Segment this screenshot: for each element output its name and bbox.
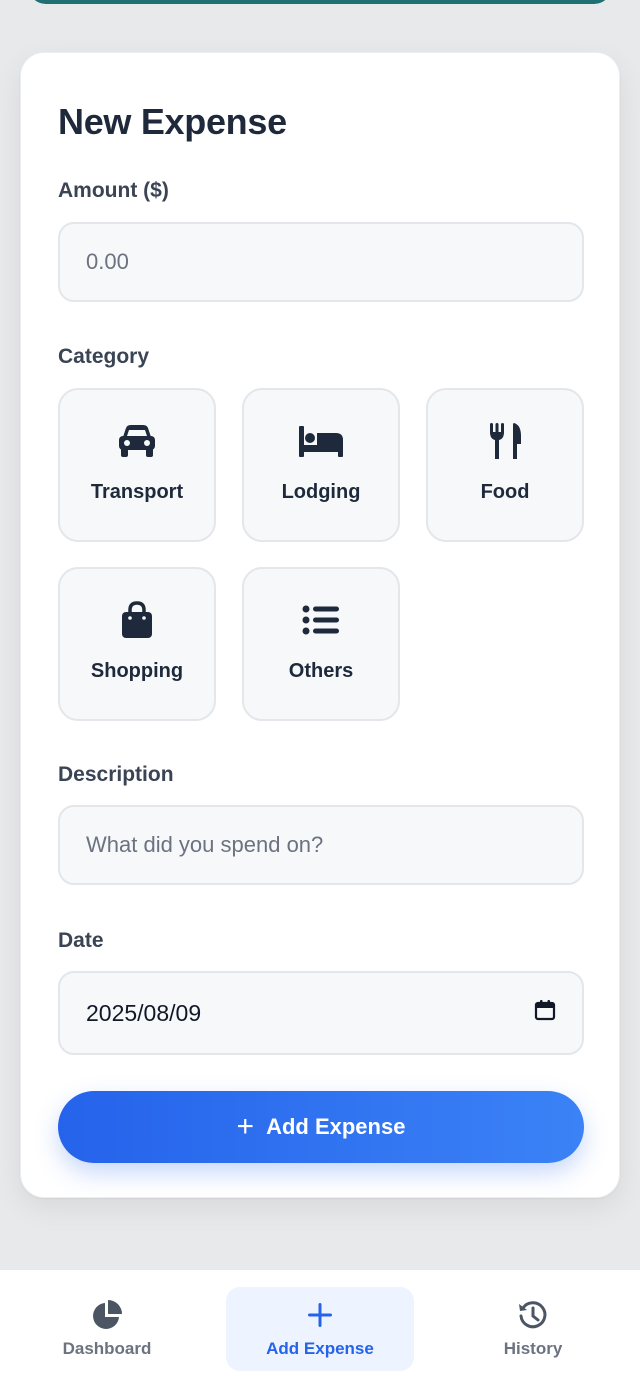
category-label-transport: Transport xyxy=(90,480,184,503)
nav-add-expense[interactable]: Add Expense xyxy=(226,1287,414,1371)
date-label: Date xyxy=(58,929,104,952)
calendar-icon[interactable] xyxy=(534,999,556,1027)
plus-icon: + xyxy=(236,1110,255,1143)
new-expense-card: New Expense Amount ($) 0.00 Category Tra… xyxy=(20,52,620,1198)
category-shopping[interactable]: Shopping xyxy=(58,567,216,721)
nav-history-label: History xyxy=(503,1339,563,1358)
category-label-lodging: Lodging xyxy=(281,480,361,503)
page-title: New Expense xyxy=(58,101,287,142)
category-transport[interactable]: Transport xyxy=(58,388,216,542)
category-others[interactable]: Others xyxy=(242,567,400,721)
category-lodging[interactable]: Lodging xyxy=(242,388,400,542)
bed-icon xyxy=(298,421,344,461)
add-expense-button[interactable]: + Add Expense xyxy=(58,1091,584,1163)
category-label-food: Food xyxy=(480,480,530,503)
amount-input[interactable]: 0.00 xyxy=(58,222,584,302)
nav-dashboard-label: Dashboard xyxy=(62,1339,152,1358)
category-label-others: Others xyxy=(288,659,354,682)
date-input[interactable]: 2025/08/09 xyxy=(58,971,584,1055)
amount-label: Amount ($) xyxy=(58,179,169,202)
shopping-bag-icon xyxy=(120,600,154,640)
list-icon xyxy=(302,600,340,640)
nav-history[interactable]: History xyxy=(448,1287,618,1371)
pie-chart-icon xyxy=(91,1299,123,1331)
add-expense-button-label: Add Expense xyxy=(266,1114,406,1139)
date-value: 2025/08/09 xyxy=(86,999,202,1026)
description-input[interactable]: What did you spend on? xyxy=(58,805,584,885)
nav-add-expense-label: Add Expense xyxy=(266,1339,374,1358)
description-label: Description xyxy=(58,763,174,786)
category-label-shopping: Shopping xyxy=(90,659,184,682)
car-icon xyxy=(118,421,156,461)
plus-icon xyxy=(306,1299,334,1331)
bottom-nav: Dashboard Add Expense History xyxy=(0,1269,640,1387)
utensils-icon xyxy=(488,421,522,461)
category-food[interactable]: Food xyxy=(426,388,584,542)
amount-placeholder: 0.00 xyxy=(86,249,129,274)
description-placeholder: What did you spend on? xyxy=(86,832,324,857)
category-label: Category xyxy=(58,345,150,368)
nav-dashboard[interactable]: Dashboard xyxy=(22,1287,192,1371)
history-icon xyxy=(517,1299,549,1331)
header-bar-edge xyxy=(28,0,612,4)
